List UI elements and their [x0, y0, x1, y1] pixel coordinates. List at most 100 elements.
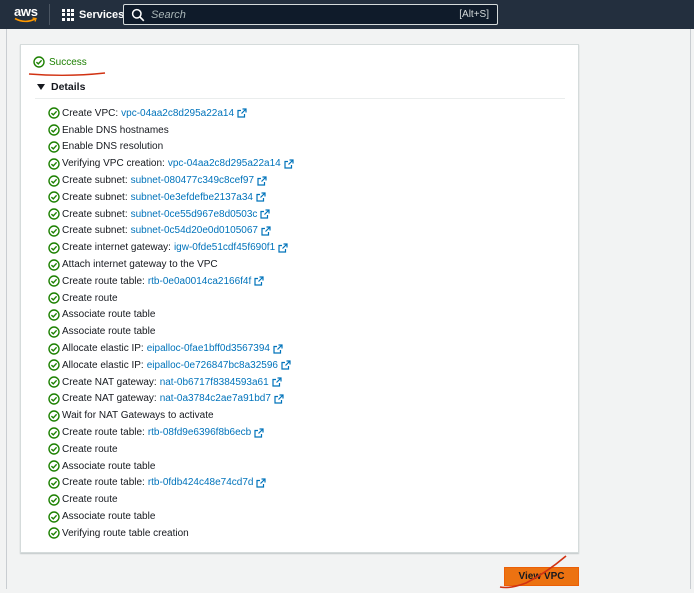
- check-circle-icon: [48, 443, 60, 456]
- resource-link[interactable]: subnet-0ce55d967e8d0503c: [131, 209, 258, 220]
- resource-link[interactable]: nat-0a3784c2ae7a91bd7: [160, 393, 271, 404]
- step-item: Create subnet: subnet-0c54d20e0d0105067: [48, 223, 294, 240]
- resource-link[interactable]: vpc-04aa2c8d295a22a14: [168, 158, 281, 169]
- resource-link[interactable]: igw-0fde51cdf45f690f1: [174, 242, 275, 253]
- search-input[interactable]: Search [Alt+S]: [123, 4, 498, 25]
- check-circle-icon: [48, 225, 60, 237]
- details-title: Details: [51, 81, 86, 93]
- external-link-icon[interactable]: [237, 108, 247, 118]
- external-link-icon[interactable]: [256, 192, 266, 202]
- check-circle-icon: [48, 410, 60, 422]
- check-circle-icon: [48, 376, 60, 388]
- external-link-icon[interactable]: [260, 209, 270, 219]
- services-label: Services: [79, 8, 125, 21]
- step-item: Wait for NAT Gateways to activate: [48, 407, 294, 424]
- details-divider: [35, 98, 565, 99]
- check-circle-icon: [48, 494, 60, 506]
- resource-link[interactable]: nat-0b6717f8384593a61: [160, 377, 269, 388]
- annotation-checkmark: [499, 555, 567, 589]
- step-item: Create NAT gateway: nat-0b6717f8384593a61: [48, 374, 294, 391]
- resource-link[interactable]: subnet-0c54d20e0d0105067: [131, 225, 258, 236]
- step-item: Create route table: rtb-0fdb424c48e74cd7d: [48, 475, 294, 492]
- check-circle-icon: [48, 141, 60, 153]
- search-icon: [131, 8, 145, 21]
- step-item: Create internet gateway: igw-0fde51cdf45f…: [48, 239, 294, 256]
- step-text: Associate route table: [62, 460, 156, 472]
- step-item: Associate route table: [48, 323, 294, 340]
- step-text: Create route: [62, 494, 118, 506]
- check-circle-icon: [48, 158, 60, 170]
- step-text: Create VPC:: [62, 107, 119, 119]
- vpc-creation-panel: Success Details Create VPC: vpc-04aa2c8d2…: [20, 44, 579, 553]
- check-circle-icon: [48, 527, 60, 540]
- external-link-icon[interactable]: [278, 243, 288, 253]
- check-circle-icon: [48, 342, 60, 355]
- check-circle-icon: [48, 258, 60, 271]
- external-link-icon[interactable]: [254, 427, 264, 438]
- step-text: Associate route table: [62, 511, 156, 523]
- step-item: Create route: [48, 441, 294, 458]
- resource-link[interactable]: subnet-0e3efdefbe2137a34: [131, 192, 253, 203]
- details-toggle[interactable]: Details: [37, 81, 85, 93]
- grid-icon: [62, 8, 74, 21]
- step-text: Create route: [62, 292, 118, 304]
- external-link-icon[interactable]: [272, 377, 282, 387]
- step-text: Create route table:: [62, 427, 145, 439]
- check-circle-icon: [48, 460, 60, 472]
- check-circle-icon: [48, 191, 60, 204]
- step-text: Verifying route table creation: [62, 527, 189, 539]
- resource-link[interactable]: vpc-04aa2c8d295a22a14: [121, 108, 234, 119]
- check-circle-icon: [48, 174, 60, 187]
- services-menu-button[interactable]: Services: [62, 0, 124, 29]
- external-link-icon[interactable]: [257, 175, 267, 186]
- check-circle-icon: [48, 426, 60, 439]
- resource-link[interactable]: eipalloc-0e726847bc8a32596: [147, 360, 278, 371]
- step-text: Attach internet gateway to the VPC: [62, 259, 218, 271]
- step-text: Create NAT gateway:: [62, 376, 157, 388]
- step-item: Create route: [48, 491, 294, 508]
- external-link-icon[interactable]: [274, 394, 284, 404]
- step-item: Associate route table: [48, 458, 294, 475]
- step-item: Create route table: rtb-0e0a0014ca2166f4f: [48, 273, 294, 290]
- external-link-icon[interactable]: [261, 226, 271, 236]
- step-item: Create route: [48, 290, 294, 307]
- step-item: Create subnet: subnet-080477c349c8cef97: [48, 172, 294, 189]
- aws-logo[interactable]: aws: [14, 5, 42, 25]
- step-item: Associate route table: [48, 307, 294, 324]
- step-text: Associate route table: [62, 326, 156, 338]
- resource-link[interactable]: subnet-080477c349c8cef97: [131, 175, 254, 186]
- external-link-icon[interactable]: [281, 360, 291, 370]
- step-text: Wait for NAT Gateways to activate: [62, 410, 214, 422]
- step-item: Enable DNS hostnames: [48, 122, 294, 139]
- check-circle-icon: [48, 477, 60, 489]
- external-link-icon[interactable]: [256, 478, 267, 488]
- success-status: Success: [33, 56, 87, 68]
- check-circle-icon: [48, 275, 60, 288]
- step-text: Create subnet:: [62, 191, 128, 203]
- external-link-icon[interactable]: [273, 343, 283, 354]
- check-circle-icon: [48, 326, 60, 338]
- caret-down-icon: [37, 84, 45, 90]
- check-circle-icon: [48, 393, 60, 405]
- step-item: Verifying VPC creation: vpc-04aa2c8d295a2…: [48, 155, 294, 172]
- resource-link[interactable]: eipalloc-0fae1bff0d3567394: [147, 343, 270, 354]
- resource-link[interactable]: rtb-0e0a0014ca2166f4f: [148, 276, 251, 287]
- step-text: Enable DNS resolution: [62, 141, 164, 153]
- aws-smile-icon: [14, 17, 37, 23]
- resource-link[interactable]: rtb-08fd9e6396f8b6ecb: [148, 427, 251, 438]
- step-item: Create route table: rtb-08fd9e6396f8b6ecb: [48, 424, 294, 441]
- step-text: Create subnet:: [62, 225, 128, 237]
- top-navigation-bar: aws Services Search [Alt+S]: [0, 0, 694, 29]
- step-text: Allocate elastic IP:: [62, 343, 144, 355]
- step-item: Create subnet: subnet-0e3efdefbe2137a34: [48, 189, 294, 206]
- resource-link[interactable]: rtb-0fdb424c48e74cd7d: [148, 477, 254, 488]
- step-text: Enable DNS hostnames: [62, 124, 169, 136]
- external-link-icon[interactable]: [254, 276, 264, 286]
- step-text: Create subnet:: [62, 208, 128, 220]
- external-link-icon[interactable]: [284, 159, 294, 169]
- step-item: Attach internet gateway to the VPC: [48, 256, 294, 273]
- check-circle-icon: [33, 56, 45, 68]
- success-label: Success: [49, 56, 87, 68]
- step-item: Allocate elastic IP: eipalloc-0e726847bc8…: [48, 357, 294, 374]
- step-text: Create internet gateway:: [62, 242, 171, 254]
